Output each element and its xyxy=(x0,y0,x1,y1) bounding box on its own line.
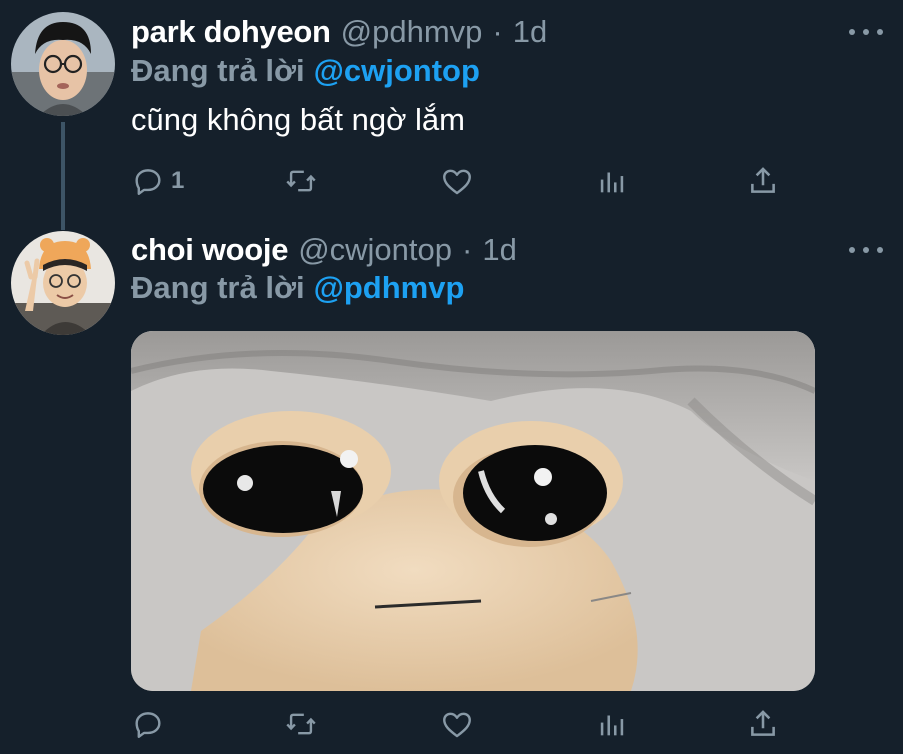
retweet-arrows-icon xyxy=(286,170,316,192)
more-options-button[interactable] xyxy=(849,243,883,257)
ellipsis-icon xyxy=(849,247,855,253)
reply-count: 1 xyxy=(171,167,185,194)
author-handle[interactable]: @cwjontop xyxy=(298,231,452,269)
share-upload-icon xyxy=(751,167,775,193)
plush-toy-photo xyxy=(131,331,815,691)
tweet-header: choi wooje @cwjontop · 1d xyxy=(131,231,517,269)
analytics-button[interactable] xyxy=(595,161,629,201)
analytics-button[interactable] xyxy=(595,704,629,744)
replying-to-label: Đang trả lời xyxy=(131,270,305,305)
tweet-timestamp[interactable]: 1d xyxy=(482,231,516,269)
replying-to-handle-link[interactable]: @pdhmvp xyxy=(314,270,465,305)
person-portrait-image xyxy=(11,231,115,335)
speech-bubble-icon xyxy=(135,712,161,738)
like-button[interactable] xyxy=(440,161,480,201)
share-button[interactable] xyxy=(746,704,780,744)
author-name[interactable]: choi wooje xyxy=(131,231,288,269)
tweet-media-image[interactable] xyxy=(131,331,815,691)
separator-dot: · xyxy=(462,232,473,267)
like-button[interactable] xyxy=(440,704,480,744)
thread-connector-line xyxy=(61,122,65,230)
ellipsis-icon xyxy=(849,29,855,35)
ellipsis-icon-dot xyxy=(877,247,883,253)
tweet-header: park dohyeon @pdhmvp · 1d xyxy=(131,13,547,51)
heart-icon xyxy=(443,169,471,195)
share-upload-icon xyxy=(751,710,775,736)
author-handle[interactable]: @pdhmvp xyxy=(341,13,483,51)
reply-button[interactable]: 1 xyxy=(131,161,184,201)
heart-icon xyxy=(443,712,471,738)
retweet-button[interactable] xyxy=(284,161,324,201)
speech-bubble-icon xyxy=(135,169,161,195)
reply-button[interactable] xyxy=(131,704,171,744)
ellipsis-icon-dot xyxy=(877,29,883,35)
bar-chart-icon xyxy=(600,172,624,193)
ellipsis-icon-dot xyxy=(863,29,869,35)
person-portrait-image xyxy=(11,12,115,116)
more-options-button[interactable] xyxy=(849,25,883,39)
author-name[interactable]: park dohyeon xyxy=(131,13,331,51)
avatar-choi-wooje[interactable] xyxy=(11,231,115,335)
tweet-action-bar: 1 xyxy=(131,161,783,201)
share-button[interactable] xyxy=(746,161,780,201)
tweet-action-bar xyxy=(131,704,783,744)
retweet-arrows-icon xyxy=(286,713,316,735)
tweet-timestamp[interactable]: 1d xyxy=(513,13,547,51)
avatar-park-dohyeon[interactable] xyxy=(11,12,115,116)
replying-to-handle-link[interactable]: @cwjontop xyxy=(314,53,480,88)
tweet-text: cũng không bất ngờ lắm xyxy=(131,102,465,137)
retweet-button[interactable] xyxy=(284,704,324,744)
bar-chart-icon xyxy=(600,715,624,736)
twitter-thread: park dohyeon @pdhmvp · 1d Đang trả lời @c… xyxy=(0,0,903,754)
separator-dot: · xyxy=(492,14,503,49)
ellipsis-icon-dot xyxy=(863,247,869,253)
replying-to-line: Đang trả lời @pdhmvp xyxy=(131,269,464,307)
replying-to-label: Đang trả lời xyxy=(131,53,305,88)
replying-to-line: Đang trả lời @cwjontop xyxy=(131,52,480,90)
